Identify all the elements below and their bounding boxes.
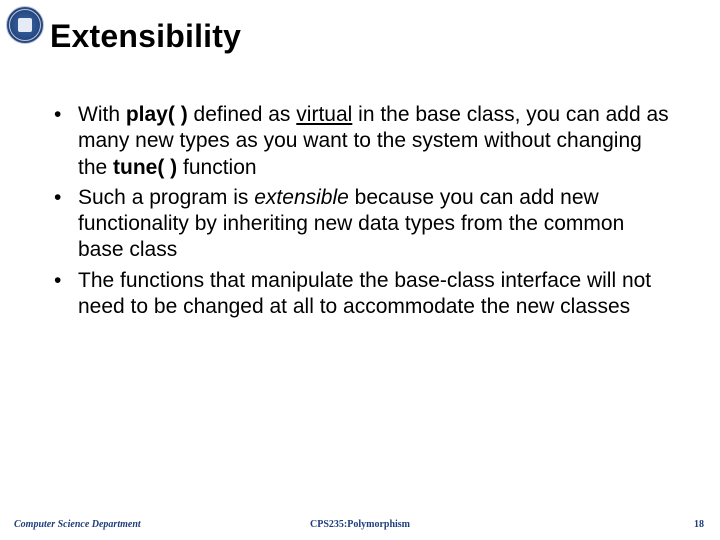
text-fragment: Such a program is (78, 186, 254, 209)
italic-text: extensible (254, 186, 349, 209)
text-fragment: With (78, 103, 126, 126)
bullet-item: With play( ) defined as virtual in the b… (50, 102, 674, 181)
footer-page-number: 18 (694, 519, 704, 530)
text-fragment: function (177, 156, 256, 179)
text-fragment: The functions that manipulate the base-c… (78, 269, 651, 318)
slide-body: With play( ) defined as virtual in the b… (50, 102, 674, 324)
bold-text: tune( ) (113, 156, 177, 179)
bullet-item: Such a program is extensible because you… (50, 185, 674, 264)
footer: Computer Science Department CPS235:Polym… (0, 512, 720, 530)
bold-text: play( ) (126, 103, 188, 126)
slide-title: Extensibility (50, 18, 241, 55)
bullet-item: The functions that manipulate the base-c… (50, 268, 674, 321)
logo-icon (6, 6, 44, 44)
bullet-list: With play( ) defined as virtual in the b… (50, 102, 674, 320)
logo-inner-icon (18, 18, 32, 32)
slide: Extensibility With play( ) defined as vi… (0, 0, 720, 540)
footer-center: CPS235:Polymorphism (0, 519, 720, 530)
underline-text: virtual (296, 103, 352, 126)
text-fragment: defined as (188, 103, 297, 126)
